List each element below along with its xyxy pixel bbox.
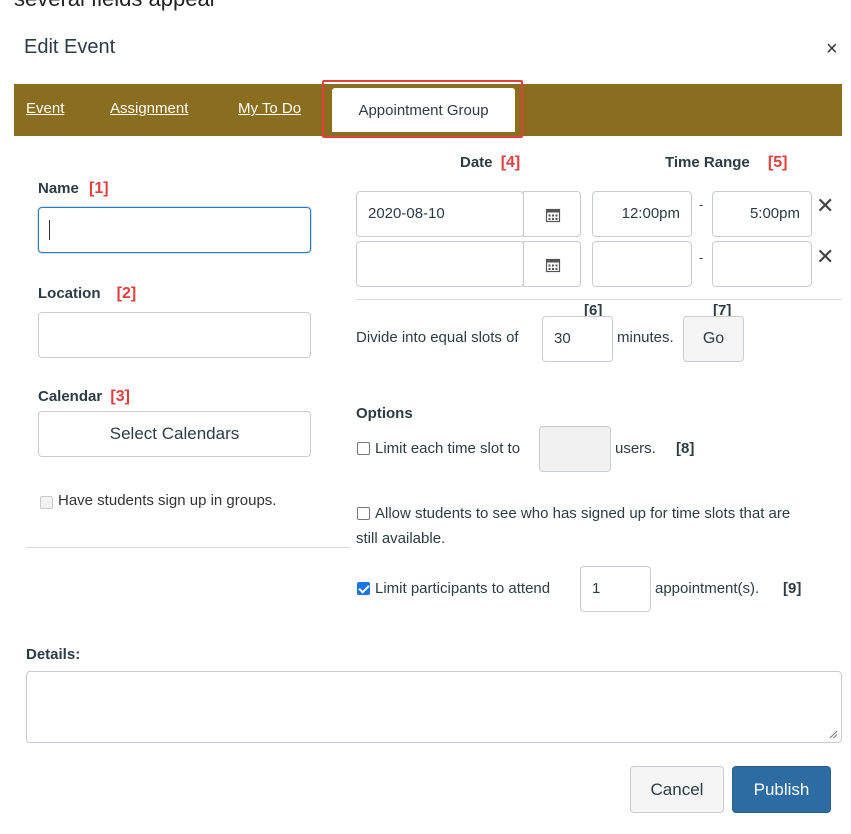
calendar-icon [545, 258, 561, 273]
date-input[interactable]: 2020-08-10 [356, 191, 524, 237]
select-calendars-button[interactable]: Select Calendars [38, 411, 311, 457]
time-range-header: Time Range [5] [665, 154, 788, 171]
calendar-picker-button[interactable] [523, 191, 581, 237]
start-time-input[interactable] [592, 241, 692, 287]
right-divider [356, 299, 842, 300]
tab-event[interactable]: Event [26, 100, 64, 117]
appointments-label: appointment(s). [655, 580, 760, 597]
groups-checkbox-label: Have students sign up in groups. [58, 492, 277, 509]
date-header: Date [4] [460, 154, 521, 171]
limit-participants-input[interactable]: 1 [580, 566, 651, 612]
limit-participants-checkbox[interactable] [357, 582, 370, 595]
annotation-3: [3] [110, 388, 130, 405]
allow-see-checkbox[interactable] [357, 507, 370, 520]
details-label: Details: [26, 646, 81, 663]
cut-off-caption: several fields appear [14, 0, 217, 12]
limit-participants-label: Limit participants to attend [375, 580, 551, 597]
range-dash: - [699, 250, 704, 265]
annotation-5: [5] [767, 154, 788, 171]
tab-assignment[interactable]: Assignment [110, 100, 188, 117]
highlight-box [322, 80, 523, 138]
resize-handle-icon[interactable] [829, 730, 838, 739]
calendar-label: Calendar [3] [38, 388, 130, 405]
allow-see-label-continued: still available. [356, 530, 446, 547]
name-input[interactable] [38, 207, 311, 253]
publish-button[interactable]: Publish [732, 766, 831, 813]
remove-row-icon[interactable]: ✕ [816, 193, 834, 219]
location-label: Location [2] [38, 285, 137, 302]
end-time-input[interactable]: 5:00pm [712, 191, 812, 237]
end-time-input[interactable] [712, 241, 812, 287]
groups-checkbox [40, 496, 53, 509]
annotation-1: [1] [89, 180, 109, 197]
text-cursor [49, 220, 50, 240]
go-button[interactable]: Go [683, 316, 744, 362]
minutes-label: minutes. [617, 329, 674, 346]
start-time-input[interactable]: 12:00pm [592, 191, 692, 237]
limit-slot-checkbox[interactable] [357, 442, 370, 455]
calendar-picker-button[interactable] [523, 241, 581, 287]
annotation-4: [4] [500, 154, 521, 171]
limit-slot-label: Limit each time slot to [375, 440, 521, 457]
options-heading: Options [356, 405, 413, 422]
close-icon[interactable]: × [826, 38, 838, 61]
divide-label: Divide into equal slots of [356, 329, 519, 346]
left-divider [26, 547, 350, 548]
cancel-button[interactable]: Cancel [630, 766, 724, 813]
allow-see-label: Allow students to see who has signed up … [375, 505, 791, 522]
annotation-2: [2] [116, 285, 137, 302]
remove-row-icon[interactable]: ✕ [816, 244, 834, 270]
location-input[interactable] [38, 312, 311, 358]
limit-slot-users-input[interactable] [539, 426, 611, 472]
calendar-icon [545, 208, 561, 223]
tab-my-to-do[interactable]: My To Do [238, 100, 301, 117]
details-textarea[interactable] [26, 671, 842, 743]
dialog-title: Edit Event [24, 36, 116, 58]
annotation-9: [9] [783, 580, 802, 597]
range-dash: - [699, 197, 704, 212]
users-label: users. [615, 440, 656, 457]
date-input[interactable] [356, 241, 524, 287]
name-label: Name [1] [38, 180, 109, 197]
annotation-8: [8] [676, 440, 695, 457]
slot-minutes-input[interactable]: 30 [542, 316, 613, 362]
